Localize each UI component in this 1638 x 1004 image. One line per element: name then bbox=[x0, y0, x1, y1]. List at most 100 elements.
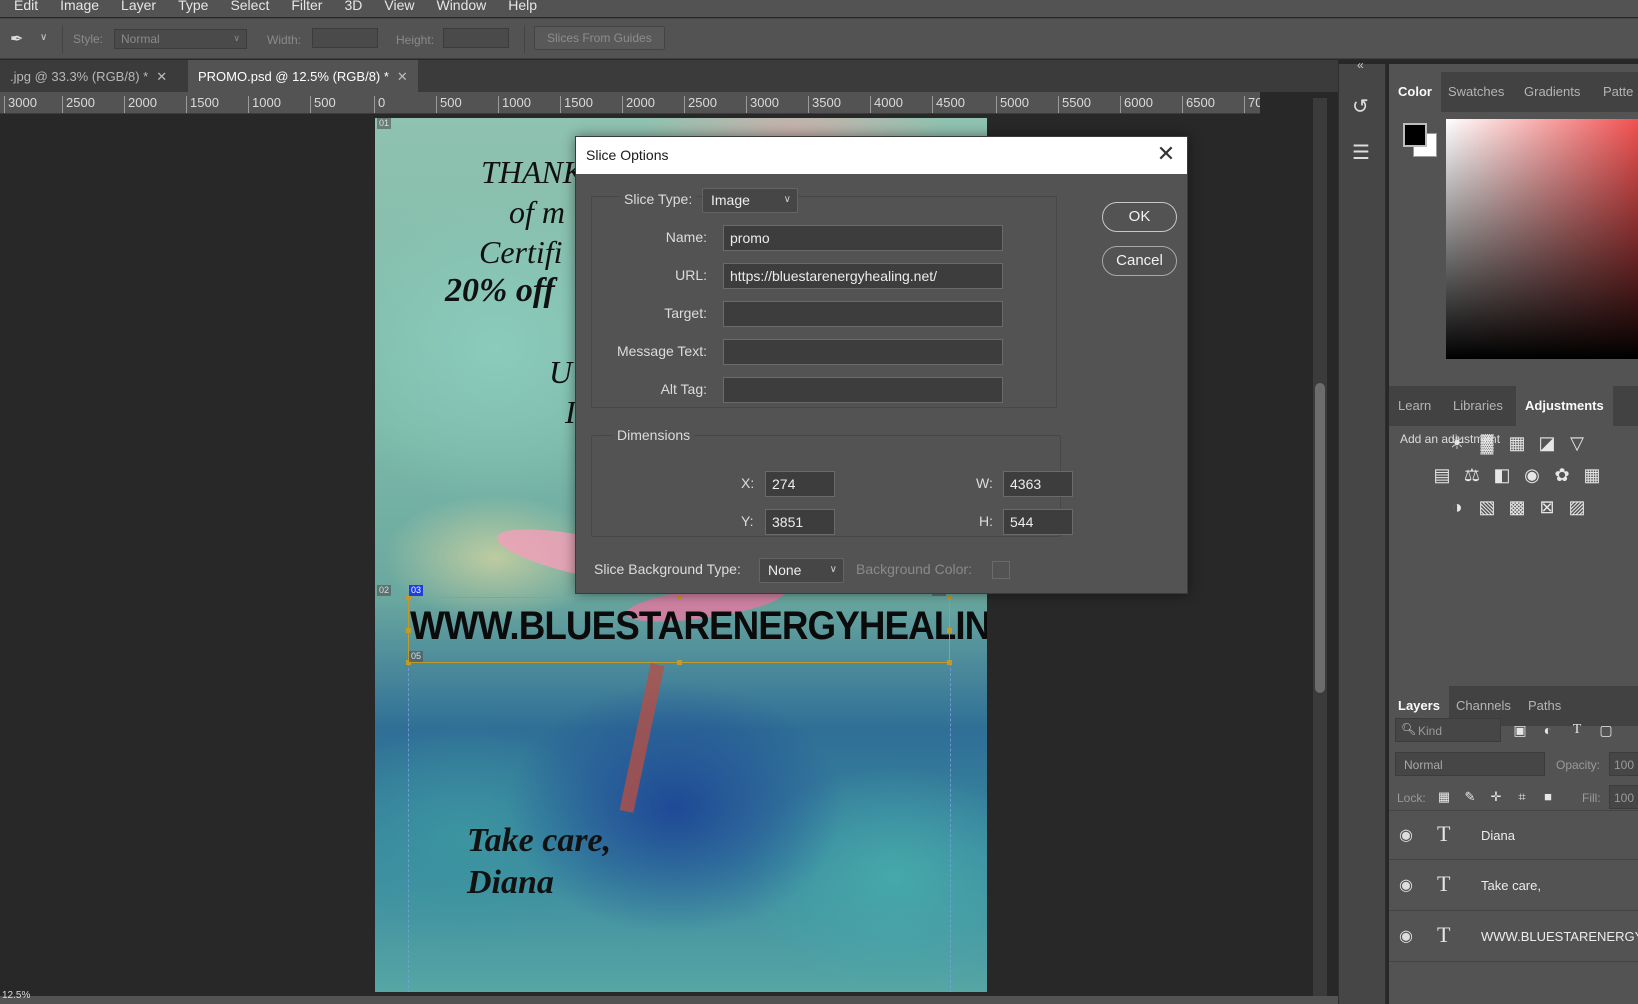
hue-saturation-icon[interactable]: ▤ bbox=[1431, 464, 1453, 486]
channel-mixer-icon[interactable]: ✿ bbox=[1551, 464, 1573, 486]
tab-adjustments[interactable]: Adjustments bbox=[1516, 386, 1613, 426]
lock-move-icon[interactable]: ✛ bbox=[1485, 786, 1507, 808]
dialog-titlebar[interactable]: Slice Options ✕ bbox=[576, 137, 1187, 174]
name-field[interactable]: promo bbox=[723, 225, 1003, 251]
menu-help[interactable]: Help bbox=[508, 0, 537, 12]
slice-handle[interactable] bbox=[947, 660, 952, 665]
tab-color[interactable]: Color bbox=[1389, 72, 1441, 112]
slice-handle[interactable] bbox=[947, 595, 952, 600]
color-lookup-icon[interactable]: ▦ bbox=[1581, 464, 1603, 486]
scrollbar-thumb[interactable] bbox=[1315, 383, 1325, 693]
cancel-button[interactable]: Cancel bbox=[1102, 246, 1177, 276]
background-color-swatch[interactable] bbox=[992, 561, 1010, 579]
blend-mode-select[interactable]: Normal bbox=[1395, 752, 1545, 776]
w-field[interactable]: 4363 bbox=[1003, 471, 1073, 497]
visibility-eye-icon[interactable]: ◉ bbox=[1399, 926, 1413, 946]
target-field[interactable] bbox=[723, 301, 1003, 327]
curves-icon[interactable]: ▦ bbox=[1506, 432, 1528, 454]
slice-handle[interactable] bbox=[947, 628, 952, 633]
layer-kind-filter[interactable]: 🔍︎ Kind bbox=[1395, 718, 1501, 742]
ruler-tick: 3500 bbox=[808, 96, 841, 113]
layer-row[interactable]: ◉ T Diana bbox=[1389, 810, 1638, 860]
opacity-input[interactable]: 100 bbox=[1609, 752, 1638, 776]
chevron-down-icon[interactable]: ∨ bbox=[40, 32, 47, 43]
x-field[interactable]: 274 bbox=[765, 471, 835, 497]
tab-libraries[interactable]: Libraries bbox=[1444, 386, 1512, 426]
tab-promo-psd[interactable]: PROMO.psd @ 12.5% (RGB/8) * ✕ bbox=[188, 60, 418, 92]
menu-view[interactable]: View bbox=[384, 0, 414, 12]
properties-icon[interactable]: ☰ bbox=[1352, 140, 1370, 165]
selected-slice[interactable] bbox=[406, 595, 952, 665]
tab-swatches[interactable]: Swatches bbox=[1439, 72, 1513, 112]
menu-layer[interactable]: Layer bbox=[121, 0, 156, 12]
gradient-map-icon[interactable]: ▨ bbox=[1566, 496, 1588, 518]
menu-window[interactable]: Window bbox=[436, 0, 486, 12]
color-balance-icon[interactable]: ⚖ bbox=[1461, 464, 1483, 486]
ok-button[interactable]: OK bbox=[1102, 202, 1177, 232]
posterize-icon[interactable]: ▧ bbox=[1476, 496, 1498, 518]
filter-type-icon[interactable]: T bbox=[1566, 719, 1588, 741]
filter-pixel-icon[interactable]: ▣ bbox=[1509, 719, 1531, 741]
collapse-panels-icon[interactable]: « bbox=[1357, 58, 1364, 72]
lock-artboard-icon[interactable]: ⌗ bbox=[1511, 786, 1533, 808]
visibility-eye-icon[interactable]: ◉ bbox=[1399, 875, 1413, 895]
h-field[interactable]: 544 bbox=[1003, 509, 1073, 535]
brightness-icon[interactable]: ☀ bbox=[1446, 432, 1468, 454]
slices-from-guides-button[interactable]: Slices From Guides bbox=[534, 26, 665, 50]
lock-pixels-icon[interactable]: ▦ bbox=[1433, 786, 1455, 808]
vibrance-icon[interactable]: ▽ bbox=[1566, 432, 1588, 454]
close-icon[interactable]: ✕ bbox=[1153, 141, 1179, 167]
alt-tag-field[interactable] bbox=[723, 377, 1003, 403]
url-field[interactable]: https://bluestarenergyhealing.net/ bbox=[723, 263, 1003, 289]
layer-row[interactable]: ◉ T Take care, bbox=[1389, 861, 1638, 911]
selective-color-icon[interactable]: ⊠ bbox=[1536, 496, 1558, 518]
slice-handle[interactable] bbox=[677, 660, 682, 665]
black-white-icon[interactable]: ◧ bbox=[1491, 464, 1513, 486]
levels-icon[interactable]: ▓ bbox=[1476, 432, 1498, 454]
color-picker-field[interactable] bbox=[1446, 119, 1638, 359]
menu-image[interactable]: Image bbox=[60, 0, 99, 12]
slice-tag[interactable]: 01 bbox=[377, 118, 392, 129]
slice-handle[interactable] bbox=[406, 628, 411, 633]
lock-paint-icon[interactable]: ✎ bbox=[1459, 786, 1481, 808]
foreground-color-swatch[interactable] bbox=[1403, 123, 1427, 147]
vertical-scrollbar[interactable] bbox=[1313, 98, 1327, 996]
filter-shape-icon[interactable]: ▢ bbox=[1595, 719, 1617, 741]
menu-3d[interactable]: 3D bbox=[344, 0, 362, 12]
invert-icon[interactable]: ◑ bbox=[1446, 496, 1468, 518]
slice-type-select[interactable]: Image ∨ bbox=[702, 188, 798, 213]
slice-tag[interactable]: 02 bbox=[377, 585, 392, 596]
style-select[interactable]: Normal ∨ bbox=[114, 29, 247, 49]
layer-row[interactable]: ◉ T WWW.BLUESTARENERGYHEA bbox=[1389, 912, 1638, 962]
tab-gradients[interactable]: Gradients bbox=[1515, 72, 1589, 112]
zoom-level[interactable]: 12.5% bbox=[2, 990, 30, 1001]
slice-tool-icon[interactable]: ✒ bbox=[10, 29, 23, 49]
slice-tag[interactable]: 05 bbox=[409, 651, 424, 662]
menu-edit[interactable]: Edit bbox=[14, 0, 38, 12]
slice-handle[interactable] bbox=[677, 595, 682, 600]
width-input[interactable] bbox=[312, 28, 378, 48]
history-icon[interactable]: ↺ bbox=[1352, 94, 1369, 119]
menu-type[interactable]: Type bbox=[178, 0, 208, 12]
filter-adjustment-icon[interactable]: ◐ bbox=[1537, 719, 1559, 741]
height-input[interactable] bbox=[443, 28, 509, 48]
slice-bg-type-select[interactable]: None ∨ bbox=[759, 558, 844, 583]
close-icon[interactable]: ✕ bbox=[397, 69, 408, 84]
tab-jpg-document[interactable]: .jpg @ 33.3% (RGB/8) * ✕ bbox=[0, 60, 177, 92]
tab-learn[interactable]: Learn bbox=[1389, 386, 1440, 426]
message-text-field[interactable] bbox=[723, 339, 1003, 365]
menu-filter[interactable]: Filter bbox=[291, 0, 322, 12]
threshold-icon[interactable]: ▩ bbox=[1506, 496, 1528, 518]
kind-label: Kind bbox=[1418, 724, 1443, 738]
exposure-icon[interactable]: ◪ bbox=[1536, 432, 1558, 454]
fill-input[interactable]: 100 bbox=[1609, 785, 1638, 809]
menu-select[interactable]: Select bbox=[230, 0, 269, 12]
photo-filter-icon[interactable]: ◉ bbox=[1521, 464, 1543, 486]
tab-patterns[interactable]: Patte bbox=[1594, 72, 1638, 112]
close-icon[interactable]: ✕ bbox=[156, 69, 167, 84]
visibility-eye-icon[interactable]: ◉ bbox=[1399, 825, 1413, 845]
horizontal-ruler[interactable]: 3000 2500 2000 1500 1000 500 0 500 1000 … bbox=[0, 92, 1260, 114]
lock-all-icon[interactable]: ■ bbox=[1537, 786, 1559, 808]
y-field[interactable]: 3851 bbox=[765, 509, 835, 535]
slice-tag-selected[interactable]: 03 bbox=[409, 585, 424, 596]
